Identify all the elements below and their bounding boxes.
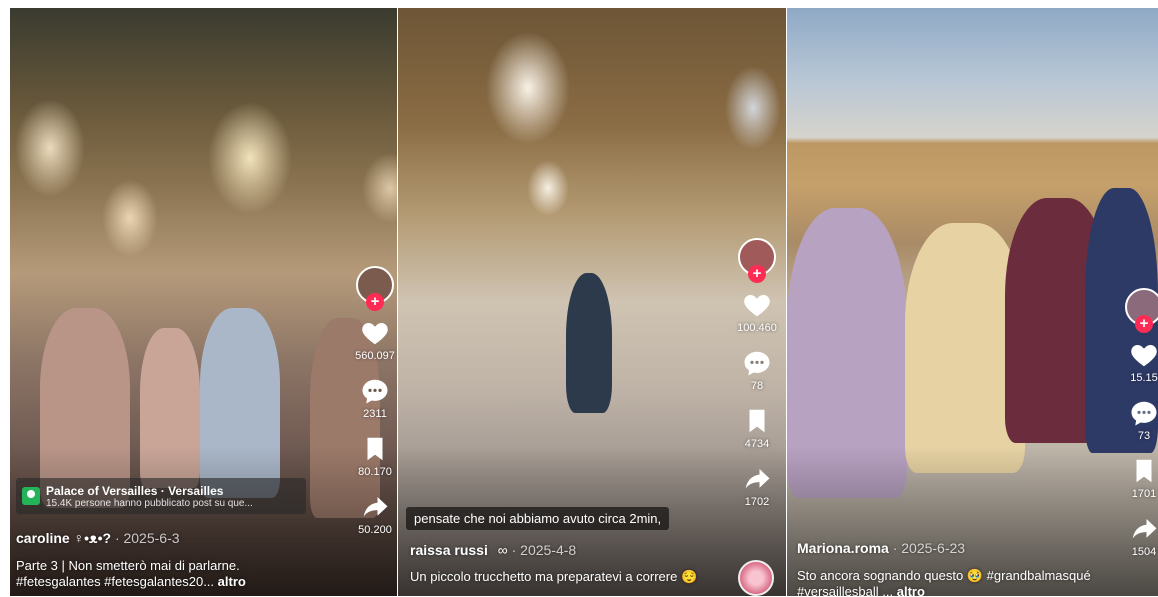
video-post-2[interactable]: + 100.460 78 4734 1702 pensate che noi a… [398, 8, 786, 596]
post-date: · 2025-4-8 [511, 542, 577, 558]
username[interactable]: raissa russi ∞ · 2025-4-8 [410, 542, 576, 558]
action-bar: + 15.15 73 1701 1504 [1121, 288, 1158, 558]
username-text: Mariona.roma [797, 540, 889, 556]
save-button[interactable]: 80.170 [358, 434, 392, 478]
caption-text: Sto ancora sognando questo 🥹 #grandbalma… [797, 568, 1091, 596]
share-button[interactable]: 1702 [742, 464, 772, 508]
caption[interactable]: Un piccolo trucchetto ma preparatevi a c… [410, 569, 700, 585]
follow-plus-icon[interactable]: + [1135, 315, 1153, 333]
comment-count: 2311 [363, 408, 387, 420]
share-count: 1504 [1131, 546, 1157, 558]
heart-icon [362, 323, 388, 345]
follow-plus-icon[interactable]: + [748, 265, 766, 283]
follow-plus-icon[interactable]: + [366, 293, 384, 311]
save-count: 4734 [744, 438, 770, 450]
heart-icon [744, 295, 770, 317]
username-text: raissa russi [410, 542, 488, 558]
location-tag[interactable]: Palace of Versailles · Versailles 15.4K … [16, 478, 306, 514]
share-icon [1132, 519, 1157, 539]
action-bar: + 100.460 78 4734 1702 [734, 238, 780, 508]
bookmark-icon [749, 409, 765, 433]
like-count: 100.460 [737, 322, 777, 334]
username[interactable]: Mariona.roma · 2025-6-23 [797, 540, 965, 556]
more-link[interactable]: altro [897, 584, 925, 596]
location-pin-icon [22, 487, 40, 505]
save-count: 1701 [1131, 488, 1157, 500]
share-icon [745, 469, 770, 489]
caption-text: Un piccolo trucchetto ma preparatevi a c… [410, 569, 698, 584]
comment-button[interactable]: 78 [742, 348, 772, 392]
location-title: Palace of Versailles · Versailles [46, 483, 224, 498]
save-button[interactable]: 1701 [1129, 456, 1158, 500]
comment-count: 73 [1137, 430, 1151, 442]
video-post-3[interactable]: + 15.15 73 1701 1504 Mariona.roma · 2025… [787, 8, 1158, 596]
walking-person-figure [566, 273, 612, 413]
like-button[interactable]: 560.097 [355, 318, 395, 362]
music-disc-icon[interactable] [738, 560, 774, 596]
share-button[interactable]: 50.200 [358, 492, 392, 536]
action-bar: + 560.097 2311 80.170 50.200 [352, 266, 397, 536]
heart-icon [1131, 345, 1157, 367]
creator-avatar[interactable]: + [1125, 288, 1158, 333]
username-text: caroline ♀•ᴥ•? [16, 530, 112, 546]
username[interactable]: caroline ♀•ᴥ•? · 2025-6-3 [16, 530, 180, 546]
collab-badge: ∞ [497, 542, 508, 558]
caption-text: Parte 3 | Non smetterò mai di parlarne. … [16, 558, 240, 589]
like-count: 15.15 [1130, 372, 1158, 384]
creator-avatar[interactable]: + [356, 266, 394, 311]
bookmark-icon [1136, 459, 1152, 483]
comment-icon [1131, 401, 1157, 426]
location-subtitle: 15.4K persone hanno pubblicato post su q… [46, 497, 253, 509]
share-button[interactable]: 1504 [1129, 514, 1158, 558]
comment-count: 78 [750, 380, 764, 392]
creator-avatar[interactable]: + [738, 238, 776, 283]
bookmark-icon [367, 437, 383, 461]
like-button[interactable]: 15.15 [1129, 340, 1158, 384]
share-count: 50.200 [358, 524, 392, 536]
comment-icon [744, 351, 770, 376]
more-link[interactable]: altro [218, 574, 246, 589]
comment-button[interactable]: 73 [1129, 398, 1158, 442]
comment-icon [362, 379, 388, 404]
video-post-1[interactable]: + 560.097 2311 80.170 50.200 Palace of V… [10, 8, 397, 596]
like-count: 560.097 [355, 350, 395, 362]
save-count: 80.170 [358, 466, 392, 478]
like-button[interactable]: 100.460 [737, 290, 777, 334]
share-count: 1702 [744, 496, 770, 508]
share-icon [363, 497, 388, 517]
comment-button[interactable]: 2311 [360, 376, 390, 420]
post-date: · 2025-6-23 [892, 540, 966, 556]
post-date: · 2025-6-3 [114, 530, 180, 546]
video-overlay-text: pensate che noi abbiamo avuto circa 2min… [406, 507, 670, 530]
caption[interactable]: Parte 3 | Non smetterò mai di parlarne. … [16, 558, 316, 590]
caption[interactable]: Sto ancora sognando questo 🥹 #grandbalma… [797, 568, 1097, 596]
save-button[interactable]: 4734 [742, 406, 772, 450]
